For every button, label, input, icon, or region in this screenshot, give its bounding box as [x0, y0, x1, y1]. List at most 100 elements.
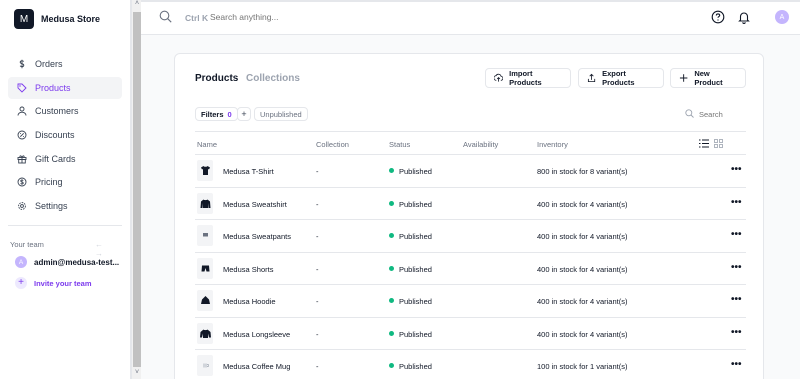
table-row[interactable]: Medusa Coffee Mug - Published 100 in sto… [195, 350, 746, 379]
product-name: Medusa Longsleeve [223, 329, 291, 339]
product-inventory: 400 in stock for 4 variant(s) [537, 297, 628, 306]
status-badge: Published [389, 297, 432, 306]
table-search-input[interactable] [699, 107, 749, 121]
column-header-status[interactable]: Status [389, 140, 410, 149]
bell-icon[interactable] [737, 10, 751, 24]
status-label: Published [399, 329, 432, 339]
grid-view-icon[interactable] [714, 139, 723, 148]
table-row[interactable]: Medusa T-Shirt - Published 800 in stock … [195, 155, 746, 188]
product-name: Medusa T-Shirt [223, 167, 274, 176]
table-row[interactable]: Medusa Hoodie - Published 400 in stock f… [195, 285, 746, 318]
export-icon [587, 73, 596, 83]
status-dot [389, 363, 394, 368]
product-thumbnail [197, 257, 213, 279]
topbar: Ctrl K A [141, 0, 800, 35]
store-name: Medusa Store [41, 14, 101, 24]
status-badge: Published [389, 200, 432, 209]
search-icon [685, 109, 694, 118]
status-badge: Published [389, 362, 432, 371]
row-actions-button[interactable]: ••• [731, 197, 742, 208]
product-collection: - [316, 264, 319, 274]
new-product-button[interactable]: New Product [670, 68, 746, 88]
search-input[interactable] [210, 9, 410, 25]
status-label: Published [399, 264, 432, 274]
invite-team-button[interactable]: + Invite your team [15, 277, 92, 289]
product-name: Medusa Sweatpants [223, 232, 291, 241]
import-products-button[interactable]: Import Products [485, 68, 571, 88]
discount-icon [17, 130, 27, 140]
product-name: Medusa Shorts [223, 264, 274, 274]
sidebar-item-discounts[interactable]: Discounts [8, 124, 122, 146]
product-thumbnail [197, 290, 213, 311]
product-thumbnail [197, 355, 213, 376]
row-actions-button[interactable]: ••• [731, 229, 742, 240]
sidebar-item-gift-cards[interactable]: Gift Cards [8, 148, 122, 170]
store-logo: M [14, 9, 34, 29]
export-products-label: Export Products [602, 69, 635, 87]
filters-label: Filters [201, 109, 224, 119]
scroll-down-arrow-icon[interactable]: ˅ [132, 369, 142, 379]
avatar: A [15, 256, 27, 268]
status-dot [389, 233, 394, 238]
status-badge: Published [389, 265, 432, 274]
add-filter-button[interactable]: + [237, 107, 251, 121]
tab-collections[interactable]: Collections [246, 73, 300, 84]
column-header-name[interactable]: Name [197, 140, 217, 149]
row-actions-button[interactable]: ••• [731, 327, 742, 338]
sidebar-item-pricing[interactable]: Pricing [8, 171, 122, 193]
table-row[interactable]: Medusa Shorts - Published 400 in stock f… [195, 253, 746, 285]
list-view-icon[interactable] [699, 139, 709, 148]
status-label: Published [399, 297, 432, 306]
product-thumbnail [197, 160, 213, 181]
plus-icon: + [15, 277, 27, 289]
sidebar-item-products[interactable]: Products [8, 76, 122, 99]
table-header: Name Collection Status Availability Inve… [195, 131, 746, 155]
column-header-inventory[interactable]: Inventory [537, 140, 568, 149]
product-inventory: 800 in stock for 8 variant(s) [537, 167, 628, 176]
status-label: Published [399, 199, 432, 209]
product-thumbnail [197, 225, 213, 246]
column-header-collection[interactable]: Collection [316, 140, 349, 149]
upload-icon [494, 73, 504, 82]
sidebar: M Medusa Store Orders Products Customers… [0, 0, 131, 379]
product-inventory: 400 in stock for 4 variant(s) [537, 264, 628, 274]
status-badge: Published [389, 167, 432, 176]
column-header-availability[interactable]: Availability [463, 140, 498, 149]
sidebar-item-label: Products [35, 82, 71, 93]
filters-button[interactable]: Filters 0 [195, 107, 238, 121]
plus-icon [679, 74, 688, 82]
store-switcher[interactable]: M Medusa Store [14, 9, 100, 29]
product-collection: - [316, 232, 319, 241]
invite-team-label: Invite your team [34, 278, 92, 288]
user-avatar[interactable]: A [775, 10, 789, 24]
tshirt-icon [200, 166, 210, 175]
tag-icon [17, 83, 27, 93]
product-collection: - [316, 297, 319, 306]
row-actions-button[interactable]: ••• [731, 294, 742, 305]
table-row[interactable]: Medusa Sweatpants - Published 400 in sto… [195, 220, 746, 253]
table-row[interactable]: Medusa Sweatshirt - Published 400 in sto… [195, 188, 746, 220]
scroll-thumb[interactable] [133, 12, 141, 367]
sidebar-item-settings[interactable]: Settings [8, 195, 122, 217]
export-products-button[interactable]: Export Products [578, 68, 664, 88]
filter-chip-unpublished[interactable]: Unpublished [254, 107, 308, 121]
products-card: Products Collections Import Products Exp… [174, 53, 764, 379]
product-thumbnail [197, 192, 213, 214]
table-row[interactable]: Medusa Longsleeve - Published 400 in sto… [195, 318, 746, 350]
row-actions-button[interactable]: ••• [731, 262, 742, 273]
tab-products[interactable]: Products [195, 73, 238, 84]
sidebar-item-customers[interactable]: Customers [8, 100, 122, 122]
longsleeve-icon [199, 329, 211, 338]
row-actions-button[interactable]: ••• [731, 359, 742, 370]
gift-icon [17, 155, 27, 164]
import-products-label: Import Products [509, 69, 542, 87]
sidebar-scrollbar[interactable]: ˄ ˅ [131, 0, 141, 379]
search-icon[interactable] [159, 10, 172, 23]
sidebar-item-label: Pricing [35, 177, 63, 188]
sidebar-item-orders[interactable]: Orders [8, 53, 122, 75]
row-actions-button[interactable]: ••• [731, 164, 742, 175]
hoodie-icon [200, 296, 210, 304]
help-icon[interactable] [711, 10, 725, 24]
team-member[interactable]: A admin@medusa-test... [15, 256, 119, 268]
sidebar-item-label: Customers [35, 106, 79, 117]
